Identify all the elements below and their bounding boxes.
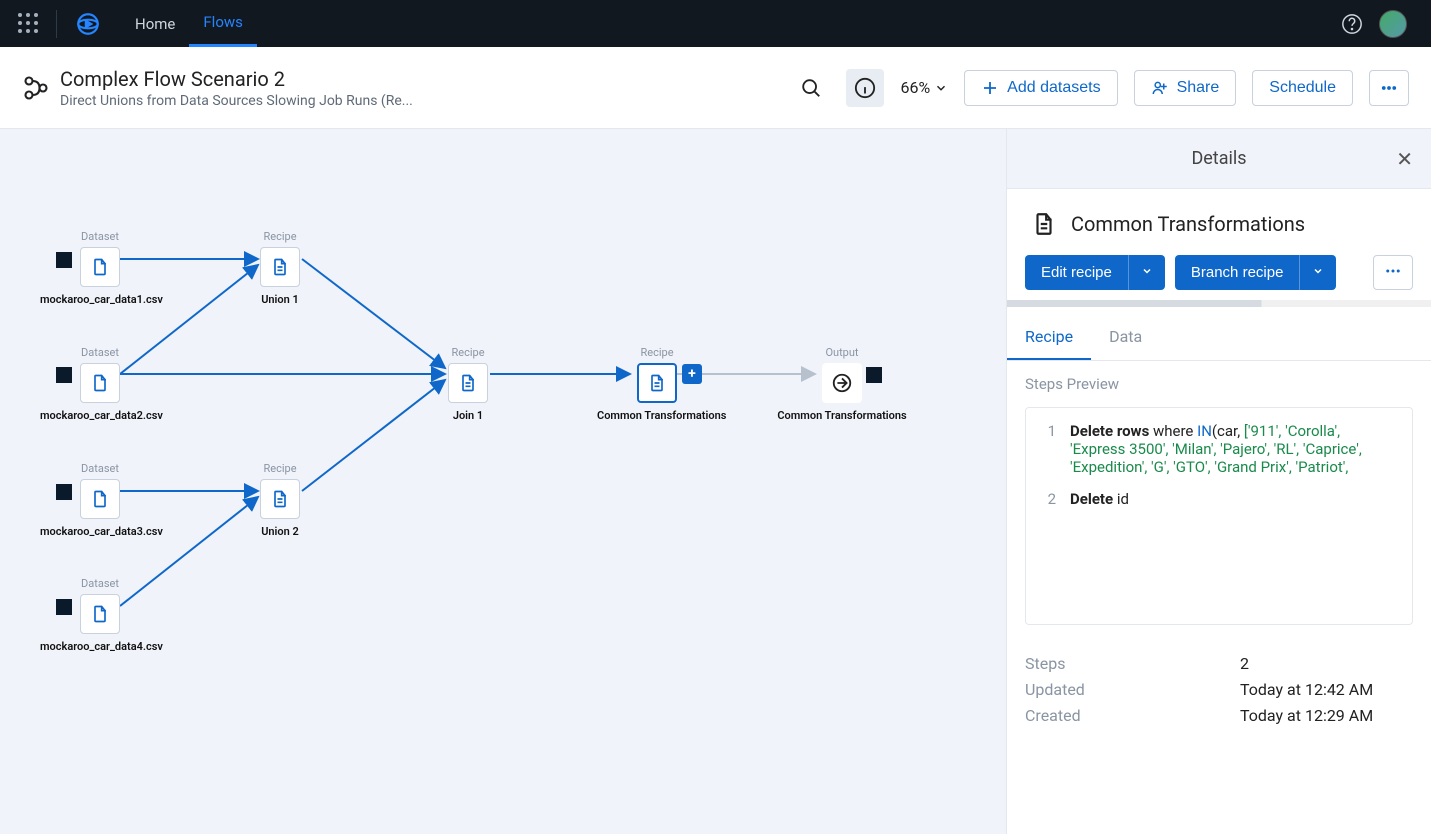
recipe-node-union1[interactable]: Recipe Union 1 [240,230,320,306]
dataset-icon[interactable] [80,247,120,287]
title-block: Complex Flow Scenario 2 Direct Unions fr… [60,67,413,109]
zoom-level[interactable]: 66% [900,78,948,97]
step-body: Delete id [1070,490,1394,508]
page-title: Complex Flow Scenario 2 [60,67,413,91]
tab-recipe[interactable]: Recipe [1007,315,1091,360]
dataset-node-2[interactable]: Dataset mockaroo_car_data2.csv [40,346,160,422]
add-output-button[interactable]: + [682,364,702,384]
step-row: 2 Delete id [1044,490,1394,508]
dataset-icon[interactable] [80,479,120,519]
dataset-node-3[interactable]: Dataset mockaroo_car_data3.csv [40,462,160,538]
help-icon[interactable] [1341,13,1363,35]
topbar: Home Flows [0,0,1431,47]
chevron-down-icon [934,81,948,95]
ellipsis-icon [1380,79,1398,97]
ellipsis-icon [1384,262,1402,280]
tab-data[interactable]: Data [1091,315,1160,360]
dataset-icon[interactable] [80,363,120,403]
apps-menu-button[interactable] [10,6,46,42]
step-body: Delete rows where IN(car, ['911', 'Corol… [1070,422,1394,476]
share-button[interactable]: Share [1134,70,1237,106]
search-button[interactable] [792,69,830,107]
branch-recipe-button[interactable]: Branch recipe [1175,255,1300,290]
page-subtitle: Direct Unions from Data Sources Slowing … [60,93,413,109]
recipe-icon[interactable] [260,247,300,287]
steps-box: 1 Delete rows where IN(car, ['911', 'Cor… [1025,407,1413,625]
steps-preview-label: Steps Preview [1007,361,1431,407]
share-icon [1151,79,1169,97]
edit-recipe-dropdown[interactable] [1128,255,1165,290]
flow-icon [22,74,50,102]
chevron-down-icon [1141,265,1153,277]
output-node[interactable]: Output Common Transformations [777,346,907,422]
details-more-button[interactable] [1373,255,1413,290]
branch-recipe-dropdown[interactable] [1299,255,1336,290]
recipe-icon[interactable] [448,363,488,403]
plus-icon [981,79,999,97]
details-heading: Details [1191,148,1246,169]
more-button[interactable] [1369,70,1409,106]
recipe-icon[interactable] [260,479,300,519]
schedule-button[interactable]: Schedule [1252,70,1353,106]
recipe-node-join1[interactable]: Recipe Join 1 [428,346,508,422]
info-button[interactable] [846,69,884,107]
recipe-node-union2[interactable]: Recipe Union 2 [240,462,320,538]
dataset-node-4[interactable]: Dataset mockaroo_car_data4.csv [40,577,160,653]
headerbar: Complex Flow Scenario 2 Direct Unions fr… [0,47,1431,129]
chevron-down-icon [1312,265,1324,277]
recipe-icon [1031,211,1057,237]
close-icon[interactable]: ✕ [1396,147,1413,171]
step-row: 1 Delete rows where IN(car, ['911', 'Cor… [1044,422,1394,476]
details-panel: Details ✕ Common Transformations Edit re… [1006,129,1431,834]
meta-block: Steps2 UpdatedToday at 12:42 AM CreatedT… [1007,645,1431,752]
nav-flows[interactable]: Flows [189,0,257,47]
add-datasets-button[interactable]: Add datasets [964,70,1117,106]
user-avatar[interactable] [1379,10,1407,38]
scroll-indicator [1007,300,1431,307]
dataset-icon[interactable] [80,594,120,634]
selection-name: Common Transformations [1071,212,1305,236]
logo-icon[interactable] [75,11,101,37]
output-icon[interactable] [822,363,862,403]
divider [56,10,57,38]
dataset-node-1[interactable]: Dataset mockaroo_car_data1.csv [40,230,160,306]
flow-canvas[interactable]: Dataset mockaroo_car_data1.csv Dataset m… [0,129,1006,834]
nav-home[interactable]: Home [121,2,189,46]
edit-recipe-button[interactable]: Edit recipe [1025,255,1128,290]
recipe-node-common[interactable]: Recipe Common Transformations [597,346,717,422]
recipe-icon[interactable] [637,363,677,403]
